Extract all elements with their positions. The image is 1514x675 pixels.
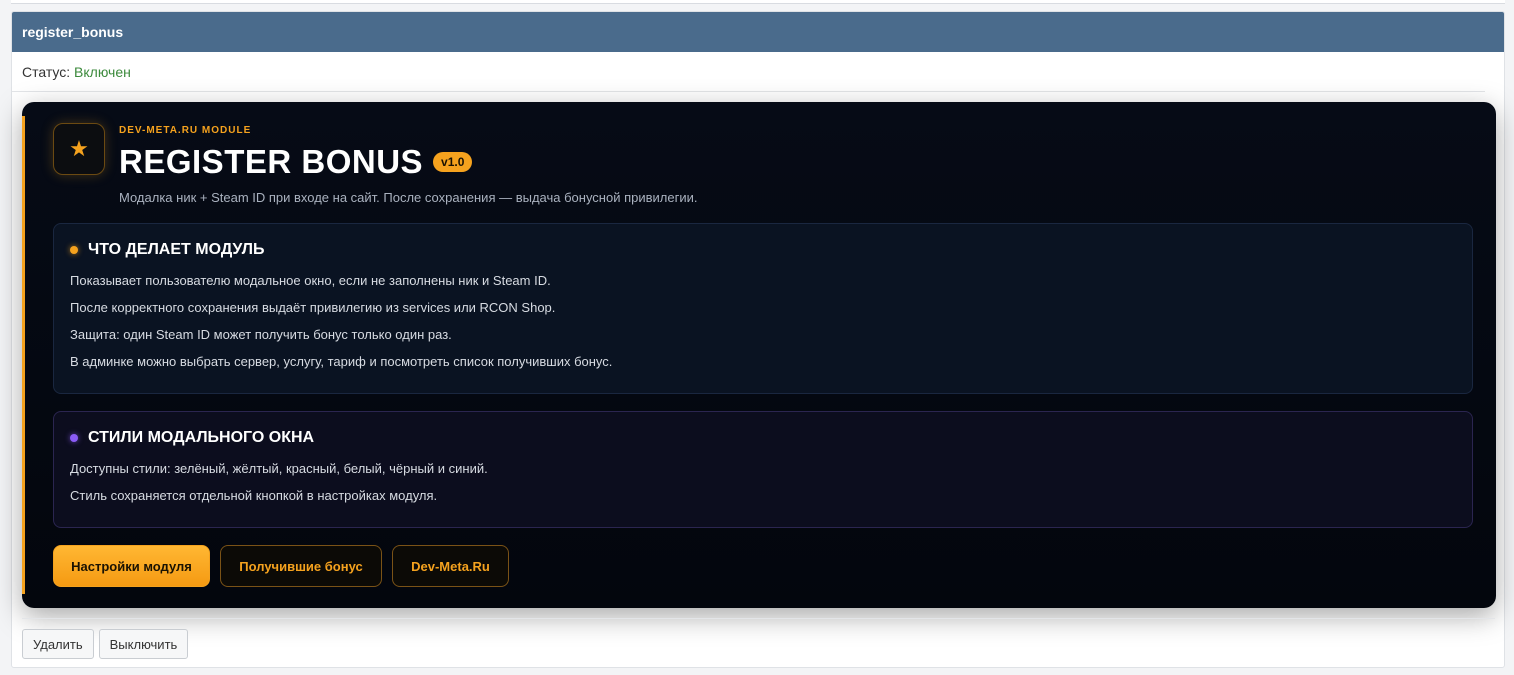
bonus-list-button[interactable]: Получившие бонус xyxy=(220,545,382,587)
section-title: ЧТО ДЕЛАЕТ МОДУЛЬ xyxy=(70,241,1456,259)
section-line: После корректного сохранения выдаёт прив… xyxy=(70,300,556,315)
module-panel: register_bonus Статус: Включен ★ DEV-MET… xyxy=(11,11,1505,668)
title-row: REGISTER BONUS v1.0 xyxy=(119,143,473,181)
card-accent-bar xyxy=(22,116,25,594)
section-line: Защита: один Steam ID может получить бон… xyxy=(70,327,452,342)
section-line: Доступны стили: зелёный, жёлтый, красный… xyxy=(70,461,488,476)
delete-button[interactable]: Удалить xyxy=(22,629,94,659)
version-badge: v1.0 xyxy=(433,152,473,172)
section-title-text: СТИЛИ МОДАЛЬНОГО ОКНА xyxy=(88,429,315,446)
footer-buttons: Удалить Выключить xyxy=(22,629,193,659)
section-title-text: ЧТО ДЕЛАЕТ МОДУЛЬ xyxy=(88,241,265,258)
section-modal-styles: СТИЛИ МОДАЛЬНОГО ОКНА Доступны стили: зе… xyxy=(53,411,1473,528)
section-what-it-does: ЧТО ДЕЛАЕТ МОДУЛЬ Показывает пользовател… xyxy=(53,223,1473,394)
module-card: ★ DEV-META.RU MODULE REGISTER BONUS v1.0… xyxy=(22,102,1496,608)
status-row: Статус: Включен xyxy=(12,52,1485,92)
top-divider xyxy=(11,0,1505,4)
star-icon: ★ xyxy=(69,136,89,161)
module-title: REGISTER BONUS xyxy=(119,143,424,180)
section-title: СТИЛИ МОДАЛЬНОГО ОКНА xyxy=(70,429,1456,447)
status-value: Включен xyxy=(74,64,131,80)
module-subtitle: Модалка ник + Steam ID при входе на сайт… xyxy=(119,190,698,205)
module-kicker: DEV-META.RU MODULE xyxy=(119,125,252,136)
orange-dot-icon xyxy=(70,246,78,254)
site-link-button[interactable]: Dev-Meta.Ru xyxy=(392,545,509,587)
action-buttons: Настройки модуля Получившие бонус Dev-Me… xyxy=(53,545,519,587)
module-logo: ★ xyxy=(53,123,105,175)
purple-dot-icon xyxy=(70,434,78,442)
section-line: В админке можно выбрать сервер, услугу, … xyxy=(70,354,613,369)
disable-button[interactable]: Выключить xyxy=(98,629,189,659)
section-line: Показывает пользователю модальное окно, … xyxy=(70,273,551,288)
panel-header: register_bonus xyxy=(12,12,1504,52)
footer-divider xyxy=(22,618,1495,619)
settings-button[interactable]: Настройки модуля xyxy=(53,545,210,587)
status-label: Статус: xyxy=(22,64,71,80)
section-line: Стиль сохраняется отдельной кнопкой в на… xyxy=(70,488,438,503)
